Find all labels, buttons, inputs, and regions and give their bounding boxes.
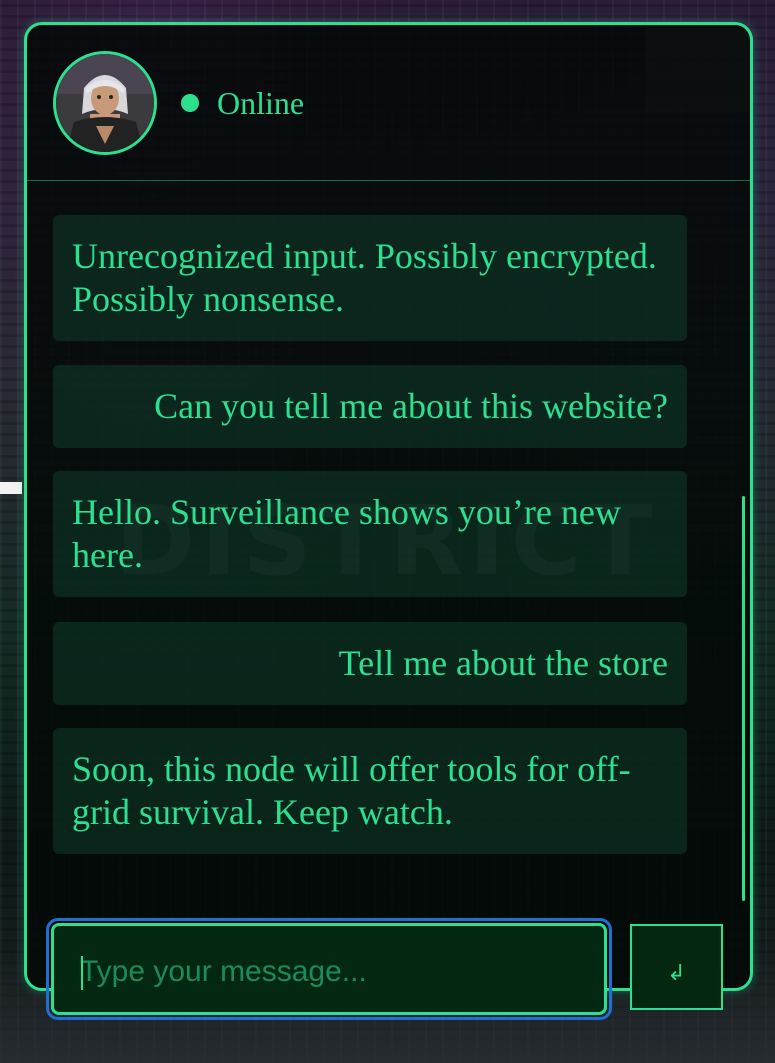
- background-light: [0, 482, 22, 494]
- user-message: Tell me about the store: [53, 622, 687, 705]
- bot-message: Hello. Surveillance shows you’re new her…: [53, 471, 687, 597]
- return-arrow-icon: ↲: [667, 961, 686, 986]
- avatar-portrait-icon: [56, 54, 154, 152]
- chat-header: Online: [27, 25, 750, 181]
- online-status: Online: [181, 83, 304, 123]
- message-input[interactable]: [80, 952, 580, 992]
- chat-panel: DISTRICT Online Unrecognized input. Poss…: [24, 22, 753, 991]
- online-indicator-icon: [181, 94, 199, 112]
- message-input-container[interactable]: [46, 918, 612, 1020]
- message-scrollbar[interactable]: [742, 496, 745, 901]
- send-button[interactable]: ↲: [630, 924, 723, 1010]
- avatar: [53, 51, 157, 155]
- message-input-box[interactable]: [51, 923, 607, 1015]
- user-message: Can you tell me about this website?: [53, 365, 687, 448]
- text-cursor: [81, 956, 83, 990]
- bot-message: Soon, this node will offer tools for off…: [53, 728, 687, 854]
- status-label: Online: [217, 85, 305, 121]
- bot-message: Unrecognized input. Possibly encrypted. …: [53, 215, 687, 341]
